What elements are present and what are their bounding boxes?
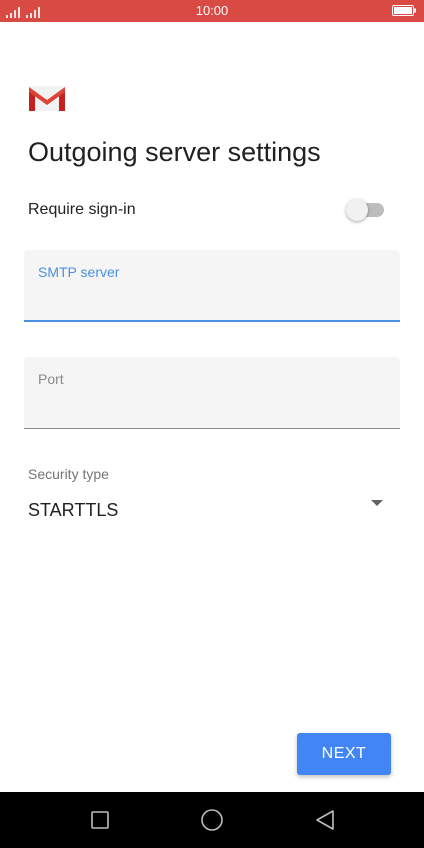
security-type-value: STARTTLS xyxy=(28,500,119,520)
require-sign-in-label: Require sign-in xyxy=(28,201,136,218)
security-type-label: Security type xyxy=(28,466,109,482)
port-field[interactable]: Port xyxy=(24,357,400,429)
smtp-server-label: SMTP server xyxy=(38,264,120,280)
security-type-dropdown[interactable]: STARTTLS xyxy=(28,496,388,526)
battery-icon xyxy=(392,5,416,16)
require-sign-in-toggle[interactable] xyxy=(346,199,384,221)
toggle-thumb xyxy=(346,199,368,221)
status-time: 10:00 xyxy=(195,3,229,18)
next-button[interactable]: NEXT xyxy=(297,733,391,775)
smtp-server-field[interactable]: SMTP server xyxy=(24,250,400,322)
recents-icon[interactable] xyxy=(88,808,112,832)
page-title: Outgoing server settings xyxy=(28,137,321,167)
screen: 10:00 Outgoing server settings Require s… xyxy=(0,0,424,848)
smtp-server-input[interactable] xyxy=(38,288,384,312)
port-input[interactable] xyxy=(38,395,384,419)
status-bar: 10:00 xyxy=(0,0,424,22)
home-icon[interactable] xyxy=(200,808,224,832)
dropdown-arrow-icon xyxy=(371,500,383,506)
gmail-logo-icon xyxy=(29,86,65,111)
require-sign-in-row: Require sign-in xyxy=(28,199,388,223)
port-label: Port xyxy=(38,371,64,387)
back-icon[interactable] xyxy=(313,808,337,832)
navigation-bar xyxy=(0,792,424,848)
